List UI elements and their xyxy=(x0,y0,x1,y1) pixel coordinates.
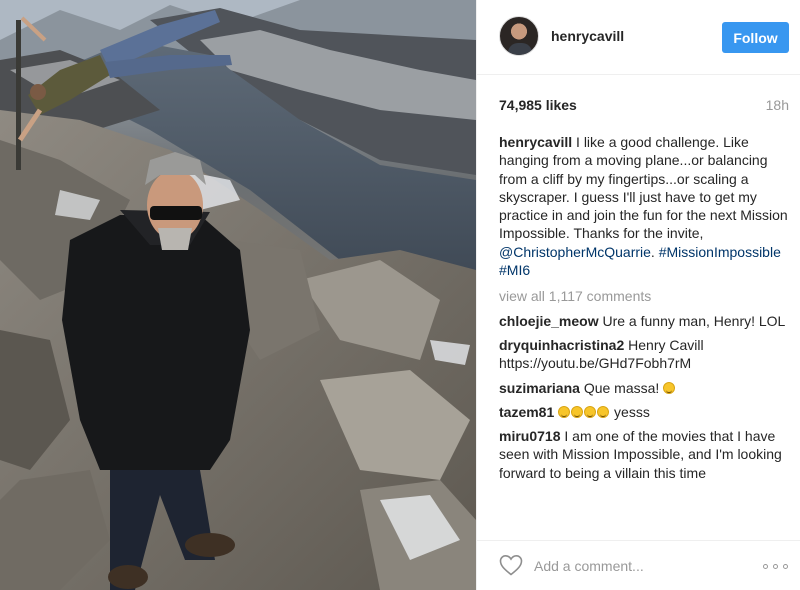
comment-username[interactable]: chloejie_meow xyxy=(499,313,599,329)
list-item: tazem81 yesss xyxy=(499,403,791,421)
comment-input[interactable] xyxy=(534,556,754,576)
comment-text: Ure a funny man, Henry! LOL xyxy=(598,312,786,329)
more-options-icon[interactable] xyxy=(763,557,789,575)
list-item: dryquinhacristina2 Henry Cavill https://… xyxy=(499,336,791,373)
hashtag-link[interactable]: #MissionImpossible xyxy=(659,244,781,260)
comment-bar xyxy=(477,540,800,590)
username[interactable]: henrycavill xyxy=(551,28,624,44)
list-item: miru0718 I am one of the movies that I h… xyxy=(499,427,791,482)
likes-count[interactable]: 74,985 likes xyxy=(499,97,577,113)
comment-username[interactable]: tazem81 xyxy=(499,404,554,420)
post-header: henrycavill Follow xyxy=(477,0,800,75)
heart-outline-icon[interactable] xyxy=(499,554,523,576)
hashtag-link[interactable]: #MI6 xyxy=(499,262,530,278)
list-item: suzimariana Que massa! xyxy=(499,379,791,397)
comment-text: yesss xyxy=(610,403,650,420)
grinning-emoji-icon xyxy=(558,405,571,418)
follow-button[interactable]: Follow xyxy=(722,22,789,53)
grinning-emoji-icon xyxy=(597,405,610,418)
comment-username[interactable]: miru0718 xyxy=(499,428,560,444)
list-item: chloejie_meow Ure a funny man, Henry! LO… xyxy=(499,312,791,330)
post-side-panel: henrycavill Follow 74,985 likes 18h henr… xyxy=(476,0,800,590)
view-all-comments-link[interactable]: view all 1,117 comments xyxy=(499,287,791,305)
grinning-emoji-icon xyxy=(571,405,584,418)
post-photo[interactable] xyxy=(0,0,476,590)
post-timestamp[interactable]: 18h xyxy=(766,97,789,113)
smiley-emoji-icon xyxy=(663,381,676,394)
caption-username[interactable]: henrycavill xyxy=(499,134,572,150)
post-meta: 74,985 likes 18h xyxy=(499,97,789,117)
comment-username[interactable]: suzimariana xyxy=(499,380,580,396)
caption-text: I like a good challenge. Like hanging fr… xyxy=(499,134,788,242)
photo-illustration xyxy=(0,0,476,590)
comment-username[interactable]: dryquinhacristina2 xyxy=(499,337,624,353)
comment-text: Que massa! xyxy=(579,379,664,396)
mention-link[interactable]: @ChristopherMcQuarrie xyxy=(499,244,651,260)
avatar[interactable] xyxy=(499,16,539,56)
caption: henrycavill I like a good challenge. Lik… xyxy=(499,134,788,279)
grinning-emoji-icon xyxy=(584,405,597,418)
comments-list[interactable]: henrycavill I like a good challenge. Lik… xyxy=(499,133,791,533)
